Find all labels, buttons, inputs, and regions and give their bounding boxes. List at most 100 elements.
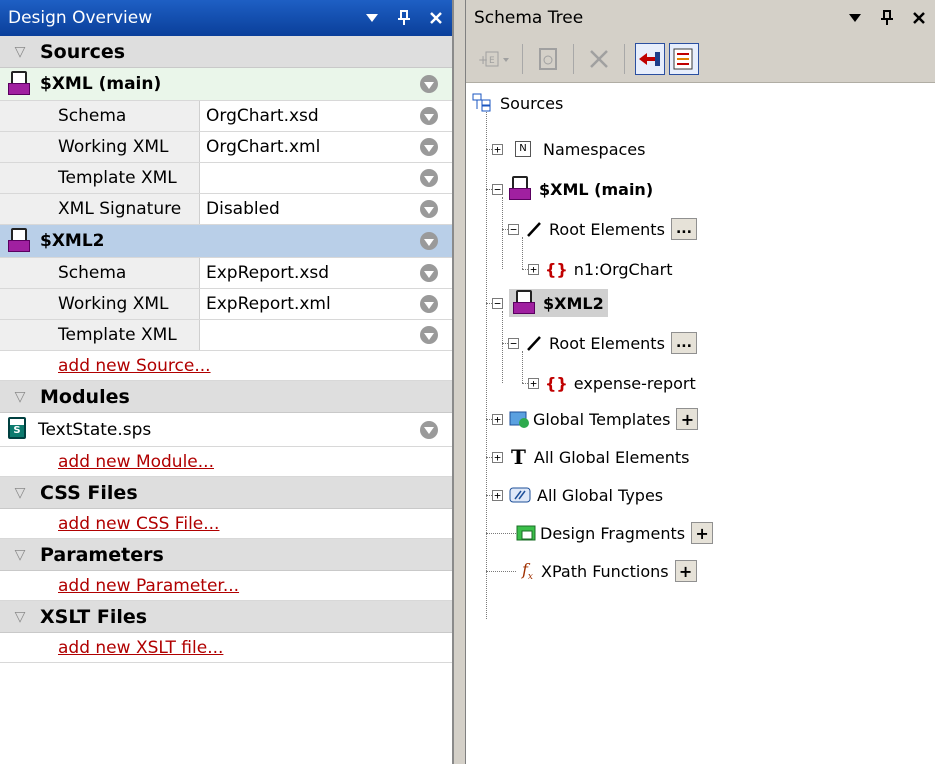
add-xpath-function-button[interactable]: +	[674, 560, 697, 582]
add-new-xslt-link[interactable]: add new XSLT file...	[58, 638, 223, 658]
tree-node-expense-report[interactable]: + {} expense-report	[528, 369, 696, 397]
pin-icon[interactable]	[394, 8, 414, 28]
add-xslt-row: add new XSLT file...	[0, 633, 452, 663]
add-global-template-button[interactable]: +	[676, 408, 699, 430]
section-header-css[interactable]: ▽ CSS Files	[0, 477, 452, 509]
close-icon[interactable]	[909, 8, 929, 28]
module-menu-icon[interactable]	[420, 420, 438, 439]
prop-row-xml-signature[interactable]: XML Signature Disabled	[0, 194, 452, 225]
tree-node-xml2[interactable]: − $XML2	[492, 289, 608, 317]
add-parameter-row: add new Parameter...	[0, 571, 452, 601]
prop-row-template-xml-2[interactable]: Template XML	[0, 320, 452, 351]
add-new-css-link[interactable]: add new CSS File...	[58, 514, 219, 534]
tree-label: Namespaces	[543, 139, 646, 159]
tree-node-namespaces[interactable]: + N Namespaces	[492, 135, 645, 163]
panel-title: Design Overview	[8, 8, 153, 28]
section-header-parameters[interactable]: ▽ Parameters	[0, 539, 452, 571]
module-row[interactable]: S TextState.sps	[0, 413, 452, 447]
prop-menu-icon[interactable]	[420, 200, 438, 218]
tree-node-orgchart[interactable]: + {} n1:OrgChart	[528, 255, 673, 283]
root-elements-edit-button[interactable]: ...	[670, 332, 697, 354]
panel-title: Schema Tree	[474, 8, 584, 28]
prop-value: OrgChart.xsd	[206, 106, 319, 126]
tree-label: Root Elements	[549, 333, 665, 353]
add-new-source-link[interactable]: add new Source...	[58, 356, 211, 376]
collapse-triangle-icon[interactable]: ▽	[0, 44, 40, 60]
tree-node-xml-main[interactable]: − $XML (main)	[492, 175, 653, 203]
section-header-modules[interactable]: ▽ Modules	[0, 381, 452, 413]
add-design-fragment-button[interactable]: +	[691, 522, 714, 544]
collapse-icon[interactable]: −	[492, 183, 503, 195]
dropdown-arrow-icon[interactable]	[362, 8, 382, 28]
collapse-icon[interactable]: −	[508, 337, 519, 349]
source-menu-icon[interactable]	[420, 75, 438, 93]
pin-icon[interactable]	[877, 8, 897, 28]
add-new-parameter-link[interactable]: add new Parameter...	[58, 576, 239, 596]
expand-icon[interactable]: +	[492, 413, 503, 425]
collapse-triangle-icon[interactable]: ▽	[0, 485, 40, 501]
expand-icon[interactable]: +	[492, 143, 503, 155]
prop-menu-icon[interactable]	[420, 138, 438, 156]
section-header-xslt[interactable]: ▽ XSLT Files	[0, 601, 452, 633]
module-label: TextState.sps	[38, 419, 152, 440]
tree-node-xpath-functions[interactable]: fx XPath Functions +	[516, 557, 697, 585]
show-only-root-icon[interactable]	[635, 43, 665, 75]
sort-tree-icon[interactable]	[669, 43, 699, 75]
prop-row-template-xml[interactable]: Template XML	[0, 163, 452, 194]
source-label: $XML (main)	[40, 74, 162, 94]
prop-row-schema[interactable]: Schema OrgChart.xsd	[0, 101, 452, 132]
collapse-icon[interactable]: −	[492, 297, 503, 309]
prop-menu-icon[interactable]	[420, 264, 438, 282]
dropdown-arrow-icon[interactable]	[845, 8, 865, 28]
tree-node-all-global-elements[interactable]: + T All Global Elements	[492, 443, 690, 471]
collapse-triangle-icon[interactable]: ▽	[0, 609, 40, 625]
prop-menu-icon[interactable]	[420, 169, 438, 187]
source-row-xml-main[interactable]: $XML (main)	[0, 68, 452, 101]
prop-row-working-xml[interactable]: Working XML OrgChart.xml	[0, 132, 452, 163]
source-menu-icon[interactable]	[420, 232, 438, 250]
tree-node-global-templates[interactable]: + Global Templates +	[492, 405, 699, 433]
add-global-icon[interactable]	[533, 43, 563, 75]
prop-row-working-xml-2[interactable]: Working XML ExpReport.xml	[0, 289, 452, 320]
expand-icon[interactable]: +	[492, 451, 503, 463]
tree-label: n1:OrgChart	[573, 259, 673, 279]
source-row-xml2[interactable]: $XML2	[0, 225, 452, 258]
expand-icon[interactable]: +	[528, 263, 539, 275]
prop-menu-icon[interactable]	[420, 107, 438, 125]
schema-toolbar: + E	[466, 36, 935, 83]
add-element-icon[interactable]: + E	[476, 43, 512, 75]
tree-node-root-elements-2[interactable]: − Root Elements ...	[508, 329, 697, 357]
prop-key: Working XML	[0, 132, 200, 162]
tree-label: expense-report	[573, 373, 696, 393]
tree-node-sources[interactable]: Sources	[472, 89, 563, 117]
sources-icon	[472, 93, 491, 112]
add-module-row: add new Module...	[0, 447, 452, 477]
section-header-sources[interactable]: ▽ Sources	[0, 36, 452, 68]
toolbar-separator	[624, 44, 625, 74]
collapse-triangle-icon[interactable]: ▽	[0, 389, 40, 405]
tree-label: All Global Elements	[533, 447, 690, 467]
element-icon: {}	[545, 259, 568, 279]
prop-row-schema-2[interactable]: Schema ExpReport.xsd	[0, 258, 452, 289]
delete-icon[interactable]	[584, 43, 614, 75]
tree-label: $XML2	[543, 293, 604, 313]
tree-node-root-elements-1[interactable]: − Root Elements ...	[508, 215, 697, 243]
collapse-icon[interactable]: −	[508, 223, 519, 235]
panel-splitter[interactable]	[454, 0, 466, 764]
root-elements-edit-button[interactable]: ...	[670, 218, 697, 240]
tree-label: XPath Functions	[541, 561, 669, 581]
collapse-triangle-icon[interactable]: ▽	[0, 547, 40, 563]
tree-node-design-fragments[interactable]: Design Fragments +	[516, 519, 714, 547]
tree-node-all-global-types[interactable]: + All Global Types	[492, 481, 663, 509]
close-icon[interactable]	[426, 8, 446, 28]
tree-label: Sources	[500, 93, 564, 113]
prop-value: OrgChart.xml	[206, 137, 321, 157]
prop-menu-icon[interactable]	[420, 326, 438, 344]
prop-value: Disabled	[206, 199, 280, 219]
prop-menu-icon[interactable]	[420, 295, 438, 313]
add-new-module-link[interactable]: add new Module...	[58, 452, 214, 472]
prop-key: Schema	[0, 258, 200, 288]
section-title: XSLT Files	[40, 605, 148, 628]
expand-icon[interactable]: +	[528, 377, 539, 389]
expand-icon[interactable]: +	[492, 489, 503, 501]
